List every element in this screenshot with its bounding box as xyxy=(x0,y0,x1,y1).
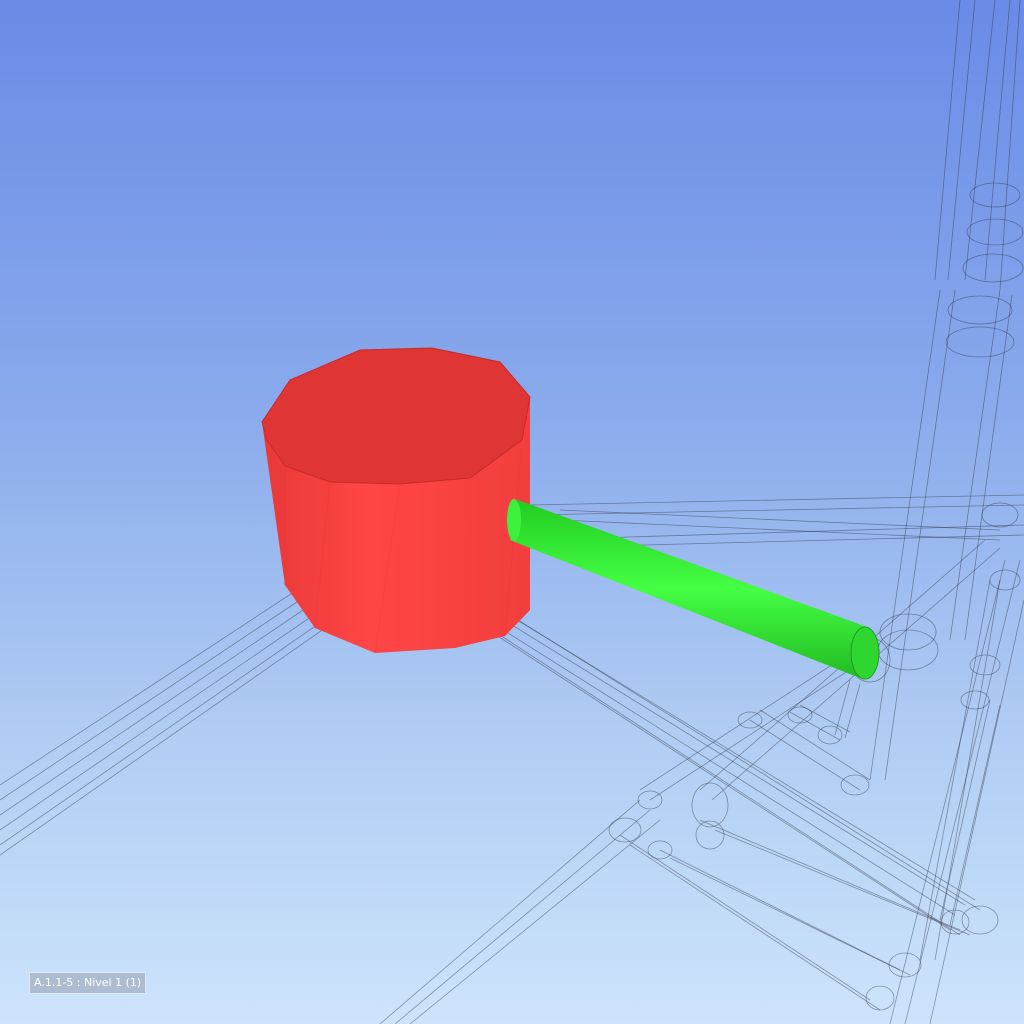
tank-top xyxy=(261,347,531,485)
level-label: A.1.1-5 : Nivel 1 (1) xyxy=(29,972,147,994)
vertical-stack-1 xyxy=(869,0,1021,781)
selected-tank[interactable] xyxy=(261,347,531,654)
3d-viewport[interactable]: A.1.1-5 : Nivel 1 (1) xyxy=(0,0,1024,1024)
pipe-left-diagonal xyxy=(0,587,329,856)
vertical-stack-2 xyxy=(889,559,1024,1024)
scene-canvas[interactable] xyxy=(0,0,1024,1024)
